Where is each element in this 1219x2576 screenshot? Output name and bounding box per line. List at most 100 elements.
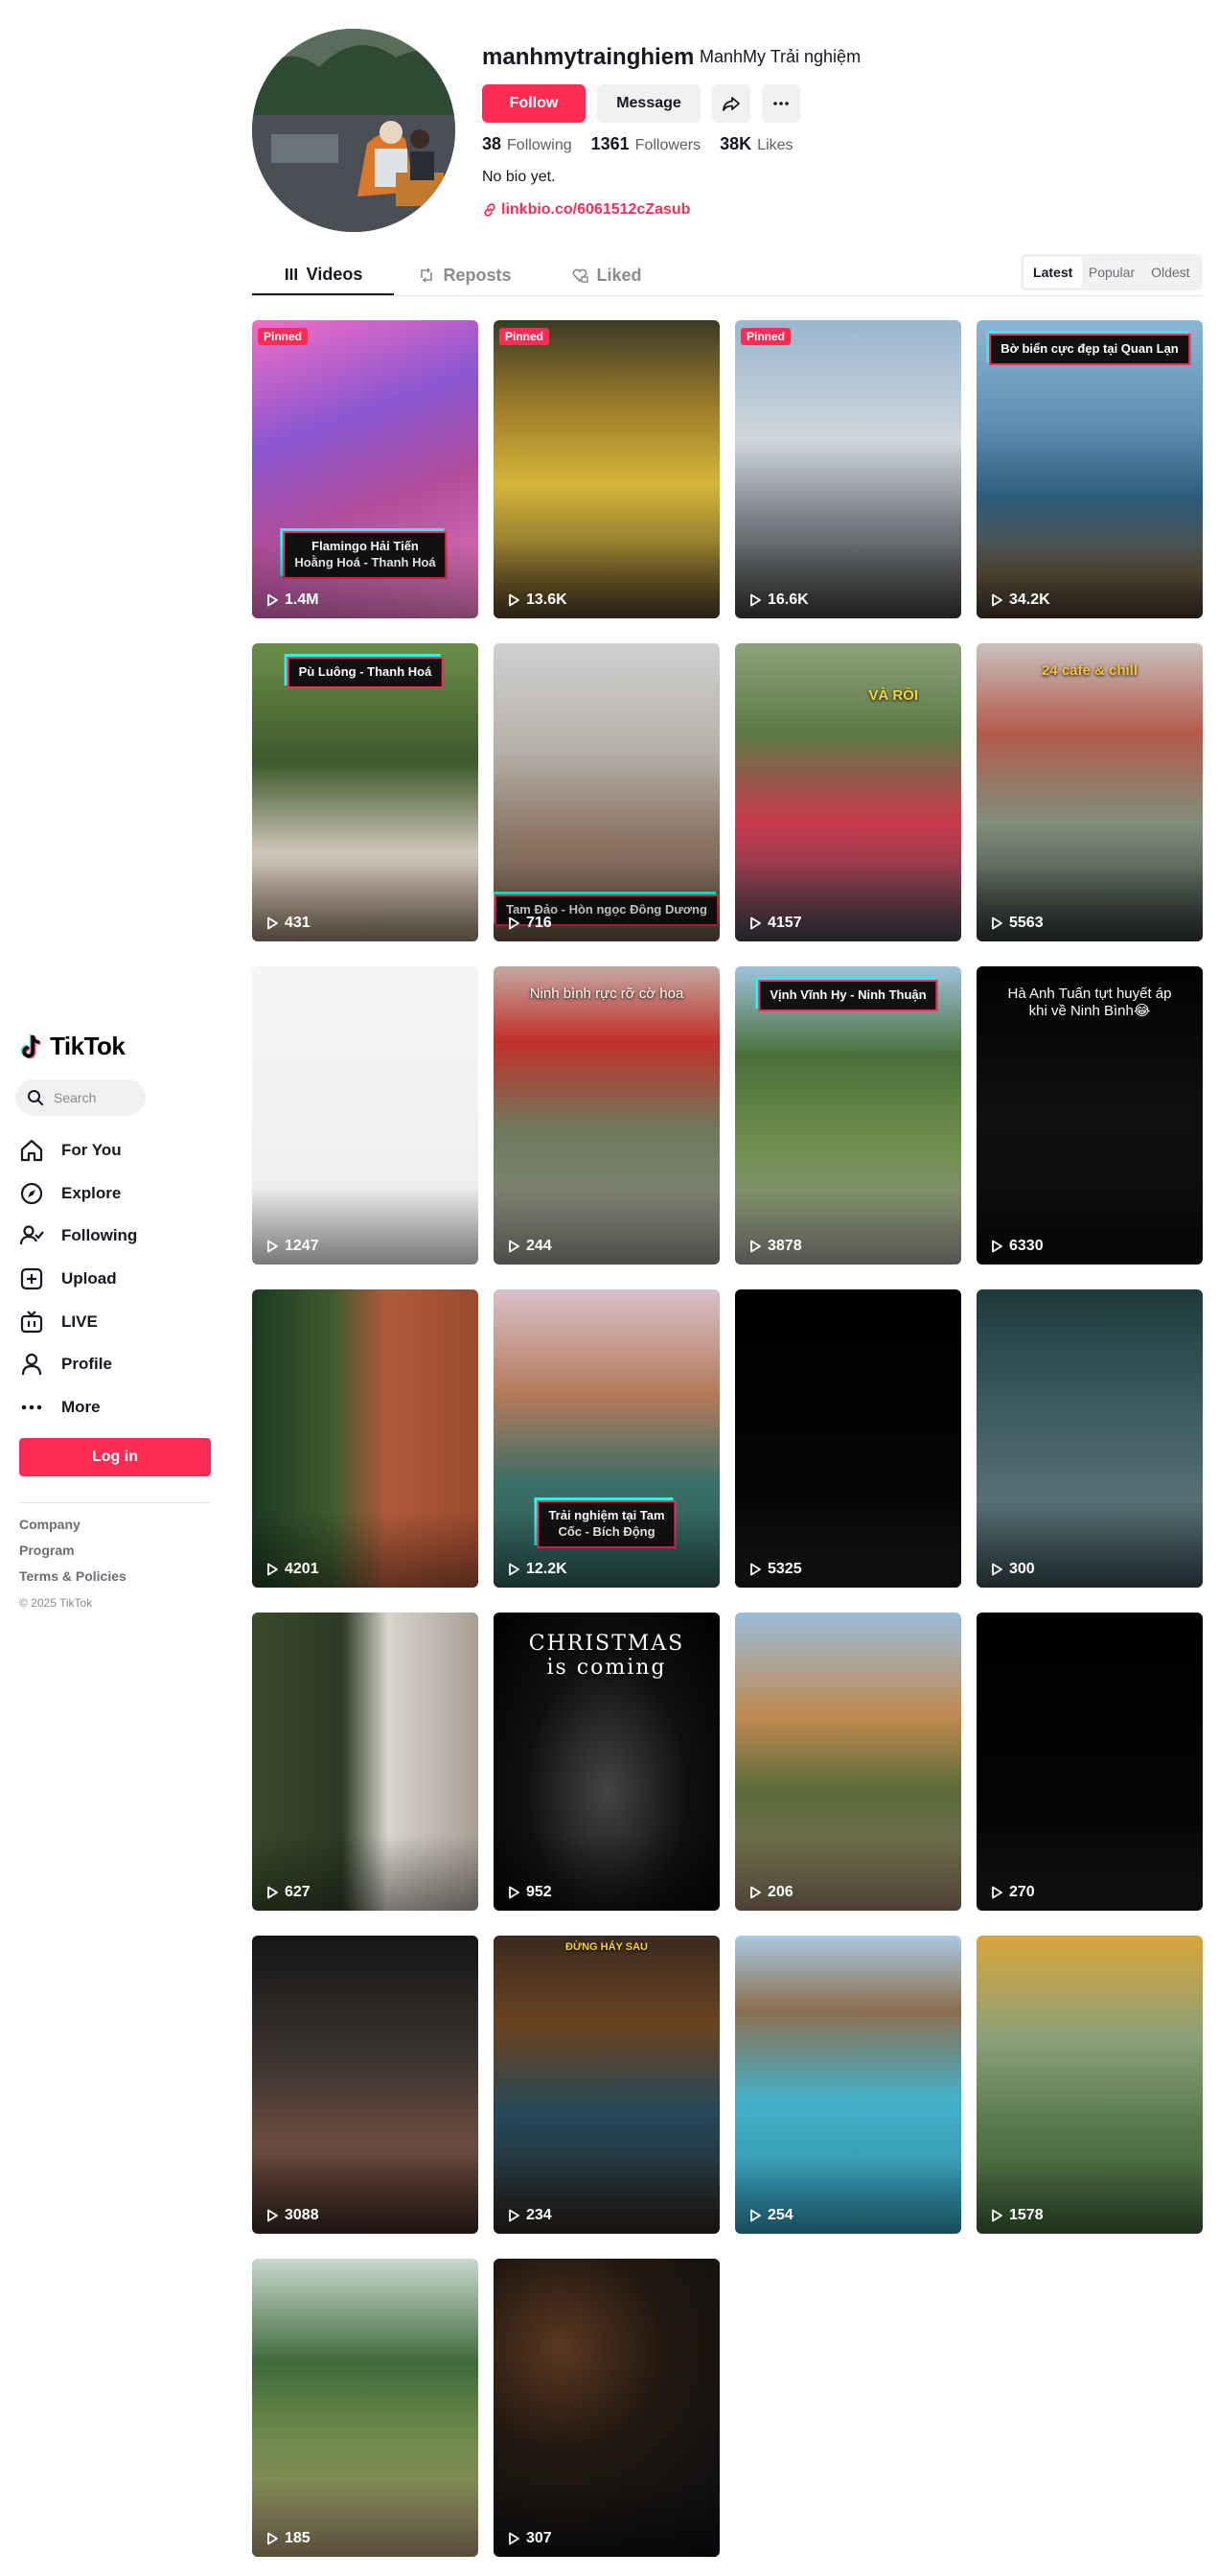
login-button[interactable]: Log in <box>19 1438 211 1476</box>
video-card[interactable]: Bờ biển cực đẹp tại Quan Lạn 34.2K <box>977 320 1203 618</box>
video-card[interactable]: 270 <box>977 1613 1203 1911</box>
view-count: 1247 <box>265 1238 319 1255</box>
sort-oldest[interactable]: Oldest <box>1141 257 1200 288</box>
video-card[interactable]: 307 <box>494 2259 720 2557</box>
share-button[interactable] <box>712 84 750 123</box>
play-icon <box>509 1563 519 1576</box>
video-card[interactable]: 3088 <box>252 1936 478 2234</box>
play-icon <box>750 2209 761 2222</box>
footer-link-company[interactable]: Company <box>19 1517 126 1543</box>
tab-videos[interactable]: Videos <box>252 255 394 295</box>
video-card[interactable]: ĐỪNG HÁY SAU 234 <box>494 1936 720 2234</box>
video-card[interactable]: 206 <box>735 1613 961 1911</box>
video-card[interactable]: 5325 <box>735 1289 961 1588</box>
video-overlay-text: ĐỪNG HÁY SAU <box>565 1941 648 1953</box>
play-icon <box>267 593 278 607</box>
view-count: 234 <box>507 2207 552 2224</box>
video-card[interactable]: 185 <box>252 2259 478 2557</box>
video-overlay-text: CHRISTMAS is coming <box>528 1632 685 1680</box>
view-count-label: 431 <box>285 915 310 931</box>
view-count-label: 254 <box>768 2207 794 2223</box>
nav-profile[interactable]: Profile <box>19 1343 211 1386</box>
copyright: © 2025 TikTok <box>19 1596 93 1610</box>
link-icon <box>484 203 495 217</box>
view-count-label: 1247 <box>285 1238 319 1254</box>
view-count: 12.2K <box>507 1561 567 1578</box>
view-count-label: 300 <box>1009 1561 1035 1577</box>
video-card[interactable]: Ninh bình rực rỡ cờ hoa 244 <box>494 966 720 1265</box>
video-card[interactable]: 1247 <box>252 966 478 1265</box>
video-card[interactable]: CHRISTMAS is coming 952 <box>494 1613 720 1911</box>
sidebar-footer: Company Program Terms & Policies © 2025 … <box>19 1517 126 1610</box>
nav-label: More <box>61 1397 101 1416</box>
nav-following[interactable]: Following <box>19 1215 211 1258</box>
view-count: 1578 <box>990 2207 1044 2224</box>
video-card[interactable]: Tam Đảo - Hòn ngọc Đông Dương716 <box>494 643 720 941</box>
nav-more[interactable]: More <box>19 1386 211 1429</box>
play-icon <box>509 1240 519 1253</box>
view-count-label: 307 <box>526 2530 552 2546</box>
grid-icon <box>285 268 297 280</box>
video-card[interactable]: 4201 <box>252 1289 478 1588</box>
view-count: 3088 <box>265 2207 319 2224</box>
more-icon <box>21 1404 42 1410</box>
nav-label: Following <box>61 1226 138 1245</box>
followers-count[interactable]: 1361 Followers <box>591 134 702 154</box>
follow-button[interactable]: Follow <box>482 84 586 123</box>
play-icon <box>267 1886 278 1899</box>
view-count: 185 <box>265 2530 310 2547</box>
message-button[interactable]: Message <box>597 84 701 123</box>
video-card[interactable]: Pù Luông - Thanh Hoá 431 <box>252 643 478 941</box>
tab-liked[interactable]: Liked <box>536 255 678 295</box>
sidebar-divider <box>19 1502 211 1503</box>
logo-text: TikTok <box>50 1032 126 1060</box>
view-count-label: 6330 <box>1009 1238 1044 1254</box>
following-icon <box>19 1225 44 1245</box>
view-count-label: 4201 <box>285 1561 319 1577</box>
video-card[interactable]: 24 cafe & chill 5563 <box>977 643 1203 941</box>
video-card[interactable]: Hà Anh Tuấn tựt huyết áp khi về Ninh Bìn… <box>977 966 1203 1265</box>
video-card[interactable]: Vịnh Vĩnh Hy - Ninh Thuận 3878 <box>735 966 961 1265</box>
play-icon <box>992 593 1002 607</box>
tab-reposts[interactable]: Reposts <box>394 255 536 295</box>
sort-toggle: Latest Popular Oldest <box>1021 254 1203 290</box>
view-count: 4157 <box>748 915 802 932</box>
video-card[interactable]: Trải nghiệm tại Tam Cốc - Bích Động12.2K <box>494 1289 720 1588</box>
video-card[interactable]: 254 <box>735 1936 961 2234</box>
home-icon <box>20 1140 43 1162</box>
video-card[interactable]: 627 <box>252 1613 478 1911</box>
footer-link-terms[interactable]: Terms & Policies <box>19 1568 126 1594</box>
avatar <box>252 29 455 232</box>
play-icon <box>992 2209 1002 2222</box>
view-count: 431 <box>265 915 310 932</box>
pinned-badge: Pinned <box>258 328 309 345</box>
video-card[interactable]: Pinned 13.6K <box>494 320 720 618</box>
profile-link[interactable]: linkbio.co/6061512cZasub <box>482 201 690 219</box>
play-icon <box>509 1886 519 1899</box>
footer-link-program[interactable]: Program <box>19 1543 126 1568</box>
sort-popular[interactable]: Popular <box>1082 257 1140 288</box>
video-card[interactable]: Pinned 16.6K <box>735 320 961 618</box>
view-count: 627 <box>265 1884 310 1901</box>
nav-label: Explore <box>61 1183 122 1202</box>
more-options-button[interactable] <box>762 84 800 123</box>
nav-live[interactable]: LIVE <box>19 1300 211 1343</box>
video-card[interactable]: PinnedFlamingo Hải Tiến Hoằng Hoá - Than… <box>252 320 478 618</box>
sort-latest[interactable]: Latest <box>1024 257 1083 288</box>
view-count-label: 206 <box>768 1884 794 1900</box>
nav-explore[interactable]: Explore <box>19 1172 211 1216</box>
pinned-badge: Pinned <box>499 328 550 345</box>
search-input[interactable]: Search <box>15 1079 146 1116</box>
video-card[interactable]: 300 <box>977 1289 1203 1588</box>
video-caption: Bờ biển cực đẹp tại Quan Lạn <box>989 334 1190 365</box>
view-count-label: 16.6K <box>768 592 809 608</box>
video-caption: Pù Luông - Thanh Hoá <box>287 657 444 688</box>
nav-for-you[interactable]: For You <box>19 1129 211 1172</box>
following-count[interactable]: 38 Following <box>482 134 572 154</box>
video-overlay-text: 24 cafe & chill <box>1041 662 1138 679</box>
video-card[interactable]: 1578 <box>977 1936 1203 2234</box>
video-card[interactable]: VÀ RỒI 4157 <box>735 643 961 941</box>
nav-label: Profile <box>61 1355 112 1374</box>
nav-upload[interactable]: Upload <box>19 1258 211 1301</box>
tiktok-logo[interactable]: TikTok <box>19 1032 126 1061</box>
